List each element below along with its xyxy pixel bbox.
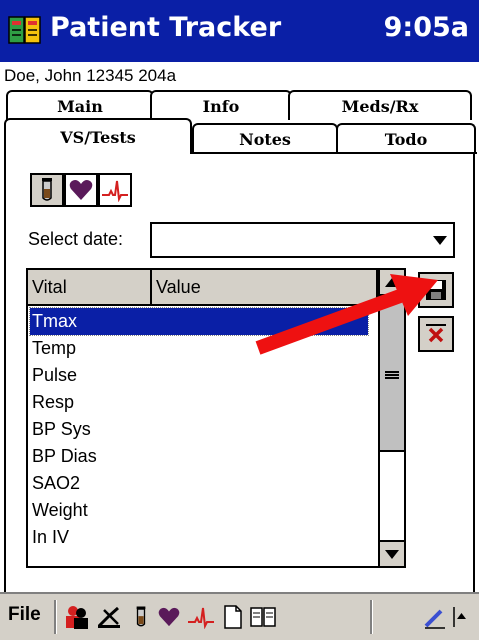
tab-notes[interactable]: Notes xyxy=(192,123,338,154)
list-item[interactable]: SAO2 xyxy=(28,470,378,497)
patients-icon[interactable] xyxy=(62,602,92,632)
tab-meds-rx[interactable]: Meds/Rx xyxy=(288,90,472,120)
file-menu[interactable]: File xyxy=(8,604,41,626)
input-arrow-icon[interactable] xyxy=(448,602,472,632)
tab-main[interactable]: Main xyxy=(6,90,154,120)
list-item[interactable]: BP Sys xyxy=(28,416,378,443)
book-icon[interactable] xyxy=(248,602,278,632)
app-logo-icon xyxy=(8,16,41,44)
test-tube-icon xyxy=(42,178,52,201)
menubar-separator xyxy=(370,600,373,634)
title-bar: Patient Tracker 9:05a xyxy=(0,0,479,62)
ecg-category-button[interactable] xyxy=(98,173,132,207)
patient-info: Doe, John 12345 204a xyxy=(4,66,177,85)
tab-vs-tests[interactable]: VS/Tests xyxy=(4,118,192,154)
list-item[interactable]: In IV xyxy=(28,524,378,551)
heart-icon xyxy=(69,180,93,200)
clock[interactable]: 9:05a xyxy=(384,12,469,43)
menu-bar: File xyxy=(0,594,479,640)
chevron-down-icon xyxy=(433,236,447,245)
list-item[interactable]: Resp xyxy=(28,389,378,416)
tests-category-button[interactable] xyxy=(30,173,64,207)
date-dropdown[interactable] xyxy=(150,222,455,258)
grip-icon xyxy=(385,371,399,379)
menubar-separator xyxy=(54,600,57,634)
ecg-icon xyxy=(102,180,128,202)
procedures-icon[interactable] xyxy=(94,602,124,632)
column-header-vital[interactable]: Vital xyxy=(28,270,152,304)
pen-icon[interactable] xyxy=(420,602,450,632)
heart-icon[interactable] xyxy=(154,602,184,632)
tab-info[interactable]: Info xyxy=(150,90,292,120)
select-date-label: Select date: xyxy=(28,229,124,249)
test-tube-icon[interactable] xyxy=(126,602,156,632)
annotation-arrow-icon xyxy=(255,274,438,355)
list-item[interactable]: BP Dias xyxy=(28,443,378,470)
new-document-icon[interactable] xyxy=(218,602,248,632)
list-item[interactable]: Weight xyxy=(28,497,378,524)
vitals-category-button[interactable] xyxy=(64,173,98,207)
scroll-down-button[interactable] xyxy=(380,540,404,566)
ecg-icon[interactable] xyxy=(186,602,216,632)
app-title: Patient Tracker xyxy=(50,12,282,43)
tab-todo[interactable]: Todo xyxy=(336,123,476,154)
